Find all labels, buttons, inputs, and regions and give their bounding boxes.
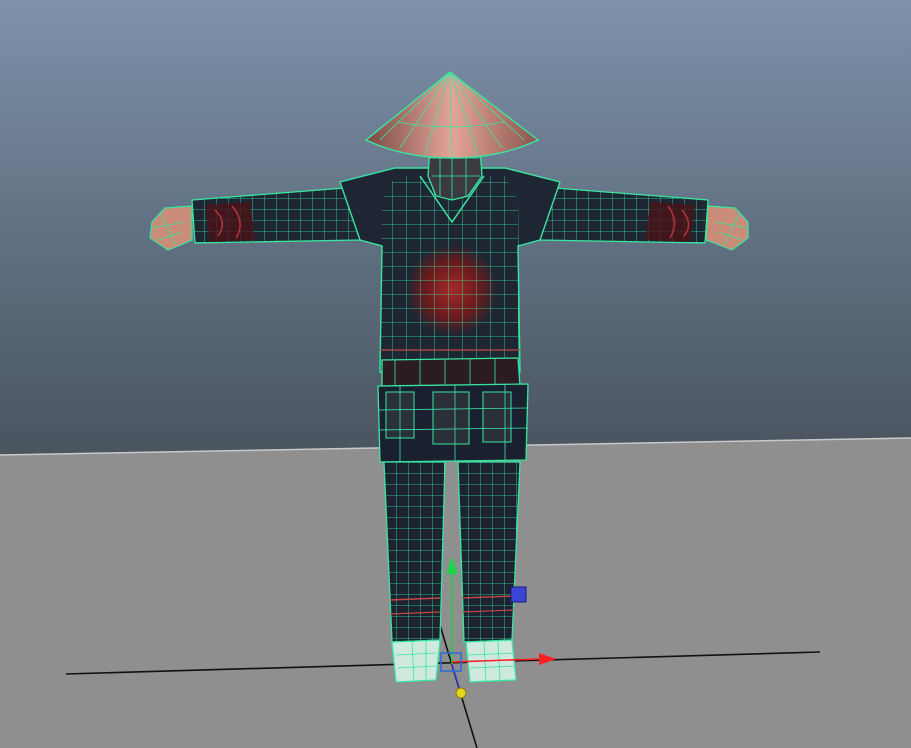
right-arm <box>539 187 709 244</box>
left-foot <box>391 639 441 683</box>
right-leg <box>457 461 521 643</box>
right-hand <box>705 205 749 251</box>
scene-canvas[interactable] <box>0 0 911 748</box>
straw-hat <box>364 71 540 159</box>
left-leg <box>383 461 446 643</box>
left-arm <box>191 187 361 244</box>
perspective-viewport[interactable] <box>0 0 911 748</box>
sash <box>381 357 521 389</box>
manipulator-plane-handle[interactable] <box>510 586 527 603</box>
ground-plane <box>0 438 911 748</box>
pivot-point-icon[interactable] <box>455 687 467 699</box>
waist-skirt <box>377 383 529 463</box>
left-hand <box>149 205 193 251</box>
